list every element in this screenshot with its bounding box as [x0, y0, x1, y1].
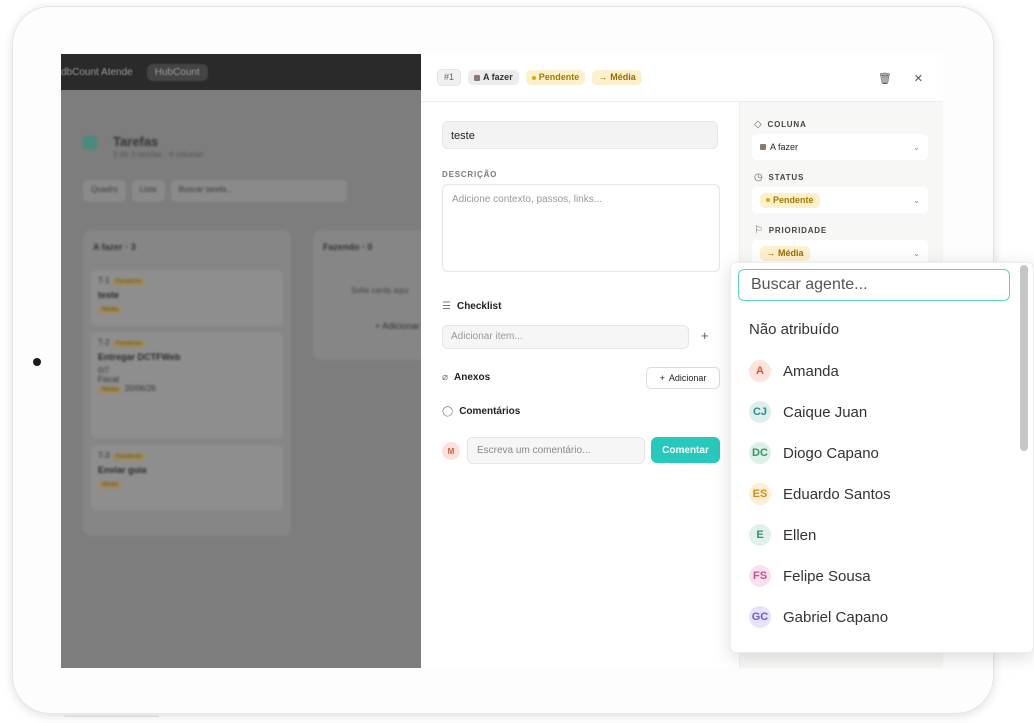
paperclip-icon: ⌀	[442, 372, 449, 383]
agent-option[interactable]: DC Diogo Capano	[749, 441, 879, 465]
tasks-icon	[83, 136, 97, 150]
add-attachment-button[interactable]: + Adicionar	[646, 367, 720, 389]
agent-name: Diogo Capano	[783, 444, 879, 462]
priority-badge: → Média	[592, 70, 642, 85]
camera-dot	[33, 358, 41, 366]
view-list-button[interactable]: Lista	[131, 180, 165, 202]
task-form: teste DESCRIÇÃO Adicione contexto, passo…	[421, 102, 739, 668]
checklist-section: ☰ Checklist	[442, 301, 502, 312]
agent-name: Amanda	[783, 362, 839, 380]
agent-option[interactable]: ES Eduardo Santos	[749, 482, 891, 506]
app-tab: dbCount Atende	[61, 66, 133, 78]
scrollbar[interactable]	[1020, 265, 1028, 451]
task-card[interactable]: T-1 Pendente teste Média	[91, 270, 283, 326]
plus-icon: +	[659, 373, 665, 383]
column-a-fazer: A fazer · 3 T-1 Pendente teste Média T-2 …	[83, 230, 291, 536]
checklist-item-input[interactable]: Adicionar item...	[442, 325, 689, 349]
status-select[interactable]: Pendente ⌄	[752, 187, 928, 213]
avatar: E	[749, 524, 771, 546]
avatar: CJ	[749, 401, 771, 423]
task-card[interactable]: T-2 Pendente Entregar DCTFWeb 0/7 Fiscal…	[91, 332, 283, 439]
agent-name: Gabriel Capano	[783, 608, 889, 626]
priority-label: ⚐ PRIORIDADE	[754, 225, 827, 236]
status-badge: Pendente	[525, 70, 586, 85]
status-label: ◷ STATUS	[754, 172, 805, 183]
tag-icon: ◇	[754, 119, 763, 130]
agent-option[interactable]: CJ Caique Juan	[749, 400, 867, 424]
agent-option[interactable]: GC Gabriel Capano	[749, 605, 888, 629]
column-label: ◇ COLUNA	[754, 119, 807, 130]
avatar: M	[442, 442, 460, 460]
comment-icon: ◯	[442, 406, 454, 417]
agent-name: Caique Juan	[783, 403, 868, 421]
avatar: DC	[749, 442, 771, 464]
unassigned-option[interactable]: Não atribuído	[749, 321, 839, 338]
avatar: GC	[749, 606, 771, 628]
agent-dropdown: Buscar agente... Não atribuído A Amanda CJ…	[730, 262, 1034, 653]
arrow-right-icon: →	[598, 72, 608, 82]
dot-icon	[766, 198, 770, 202]
chevron-down-icon: ⌄	[913, 248, 920, 258]
dot-icon	[531, 75, 536, 80]
column-fazendo: Fazendo · 0 Solte cards aqui + Adicionar	[313, 230, 421, 360]
trash-icon[interactable]: 🗑	[878, 72, 892, 85]
flag-icon: ⚐	[754, 225, 764, 236]
panel-header: #1 A fazer Pendente → Média 🗑 ✕	[421, 54, 943, 102]
agent-name: Felipe Sousa	[783, 567, 871, 585]
background-board: dbCount Atende HubCount Tarefas 3 de 3 t…	[61, 54, 421, 668]
chevron-down-icon: ⌄	[913, 142, 920, 152]
agent-option[interactable]: A Amanda	[749, 359, 839, 383]
app-tab: HubCount	[146, 63, 208, 81]
avatar: ES	[749, 483, 771, 505]
avatar: FS	[749, 565, 771, 587]
square-icon	[760, 144, 766, 150]
description-textarea[interactable]: Adicione contexto, passos, links...	[442, 184, 720, 272]
description-label: DESCRIÇÃO	[442, 170, 498, 179]
app-topbar: dbCount Atende HubCount	[61, 54, 421, 90]
view-board-button[interactable]: Quadro	[83, 180, 126, 202]
task-card[interactable]: T-3 Pendente Enviar guia Média	[91, 445, 283, 511]
agent-name: Ellen	[783, 526, 817, 544]
comment-input[interactable]: Escreva um comentário...	[467, 437, 645, 464]
comments-section: ◯ Comentários	[442, 406, 521, 417]
page-subtitle: 3 de 3 tarefas · 4 colunas	[113, 150, 204, 159]
close-icon[interactable]: ✕	[914, 72, 923, 85]
chevron-down-icon: ⌄	[913, 195, 920, 205]
plus-icon[interactable]: +	[701, 328, 709, 343]
task-number-badge: #1	[437, 69, 462, 86]
column-select[interactable]: A fazer ⌄	[752, 134, 928, 160]
task-search-input[interactable]: Buscar tarefa...	[170, 180, 347, 202]
agent-option[interactable]: FS Felipe Sousa	[749, 564, 871, 588]
avatar: A	[749, 360, 771, 382]
task-title-input[interactable]: teste	[442, 121, 718, 149]
attachments-section: ⌀ Anexos	[442, 372, 491, 383]
clock-icon: ◷	[754, 172, 764, 183]
agent-search-input[interactable]: Buscar agente...	[738, 269, 1010, 301]
arrow-right-icon: →	[766, 247, 775, 258]
view-bar: Quadro Lista Buscar tarefa...	[83, 180, 421, 202]
page-title: Tarefas	[113, 134, 159, 149]
square-icon	[474, 74, 481, 81]
comment-button[interactable]: Comentar	[651, 437, 720, 463]
column-header: A fazer · 3	[93, 242, 136, 252]
agent-name: Eduardo Santos	[783, 485, 891, 503]
agent-option[interactable]: E Ellen	[749, 523, 816, 547]
column-badge: A fazer	[468, 70, 519, 85]
home-indicator	[64, 715, 159, 717]
list-icon: ☰	[442, 301, 451, 312]
column-header: Fazendo · 0	[323, 242, 373, 252]
